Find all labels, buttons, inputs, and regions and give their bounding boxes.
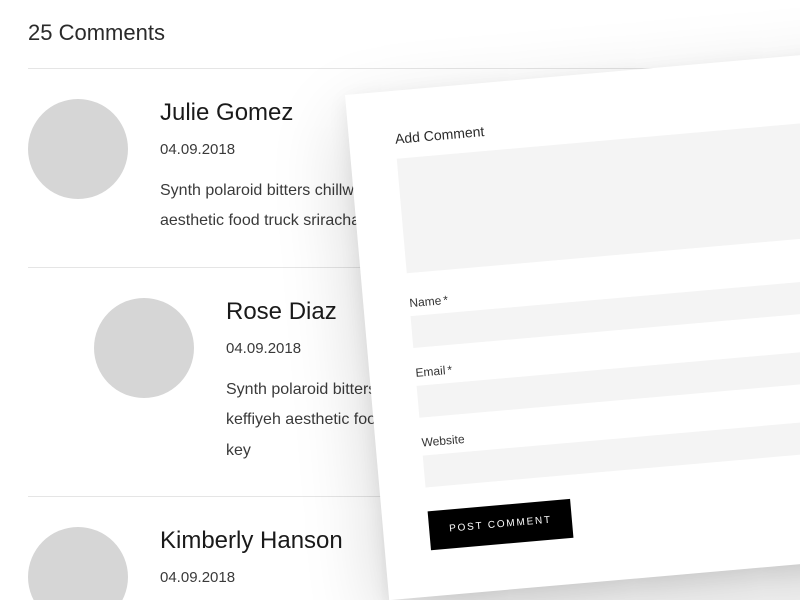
- avatar: [28, 527, 128, 600]
- comments-section-title: 25 Comments: [28, 20, 772, 69]
- post-comment-button[interactable]: POST COMMENT: [428, 499, 574, 550]
- avatar: [28, 99, 128, 199]
- add-comment-card: Add Comment Name* Email* Website POST CO…: [345, 44, 800, 600]
- avatar: [94, 298, 194, 398]
